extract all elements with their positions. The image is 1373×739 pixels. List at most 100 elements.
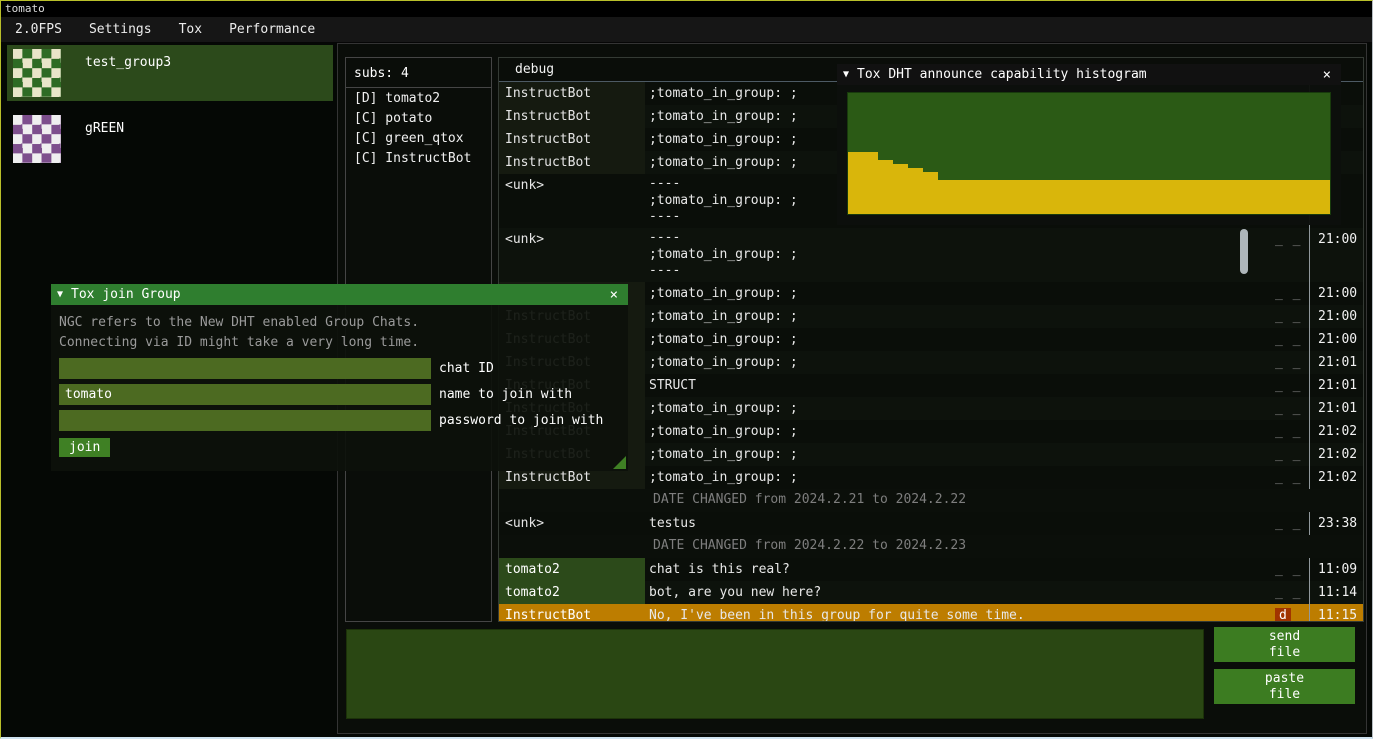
histogram-plot[interactable]: [847, 92, 1331, 215]
date-divider-text: DATE CHANGED from 2024.2.22 to 2024.2.23: [645, 535, 974, 555]
group-item-test_group3[interactable]: test_group3: [7, 45, 333, 101]
resize-grip[interactable]: [613, 456, 626, 469]
histogram-bar: [848, 152, 863, 214]
histogram-bar: [878, 160, 893, 214]
group-name: gREEN: [61, 111, 124, 136]
message-text: ;tomato_in_group: ;: [645, 328, 1275, 351]
chat-message-row[interactable]: InstructBot;tomato_in_group: ;_ _21:02: [499, 466, 1363, 489]
menu-item-2-0fps: 2.0FPS: [3, 19, 74, 40]
histogram-bar: [1029, 180, 1044, 214]
join-group-titlebar[interactable]: ▼ Tox join Group ×: [51, 284, 628, 305]
sender-name: InstructBot: [499, 604, 645, 621]
message-text: STRUCT: [645, 374, 1275, 397]
join-input-name-to-join-with[interactable]: tomato: [59, 384, 431, 405]
chat-message-row[interactable]: InstructBot;tomato_in_group: ;_ _21:01: [499, 351, 1363, 374]
sender-name: InstructBot: [499, 105, 645, 128]
chat-message-row[interactable]: InstructBot;tomato_in_group: ;_ _21:00: [499, 305, 1363, 328]
join-input-chat-ID[interactable]: [59, 358, 431, 379]
message-time: 21:02: [1309, 420, 1363, 443]
message-time: 11:15: [1309, 604, 1363, 621]
chat-message-row[interactable]: InstructBot;tomato_in_group: ;_ _21:00: [499, 282, 1363, 305]
histogram-titlebar[interactable]: ▼ Tox DHT announce capability histogram …: [837, 64, 1341, 85]
delivery-flags: d: [1275, 604, 1309, 621]
histogram-bar: [893, 164, 908, 214]
message-time: 21:00: [1309, 328, 1363, 351]
chat-message-row[interactable]: InstructBotSTRUCT_ _21:01: [499, 374, 1363, 397]
chat-message-row[interactable]: tomato2bot, are you new here?_ _11:14: [499, 581, 1363, 604]
roster-member[interactable]: [C] potato: [346, 108, 491, 128]
group-item-gREEN[interactable]: gREEN: [7, 111, 333, 167]
chat-message-row[interactable]: InstructBot;tomato_in_group: ;_ _21:02: [499, 420, 1363, 443]
histogram-bar: [1194, 180, 1209, 214]
message-text: chat is this real?: [645, 558, 1275, 581]
sender-name: InstructBot: [499, 151, 645, 174]
group-avatar: [13, 115, 61, 163]
delivery-flags: _ _: [1275, 581, 1309, 604]
app-window: tomato 2.0FPSSettingsToxPerformance test…: [0, 0, 1373, 739]
histogram-bar: [999, 180, 1014, 214]
sender-name: <unk>: [499, 174, 645, 197]
message-input[interactable]: [346, 629, 1204, 719]
message-text: ;tomato_in_group: ;: [645, 351, 1275, 374]
close-icon[interactable]: ×: [606, 287, 622, 303]
date-divider-text: DATE CHANGED from 2024.2.21 to 2024.2.22: [645, 489, 974, 509]
send-file-button[interactable]: send file: [1214, 627, 1355, 662]
join-input-password-to-join-with[interactable]: [59, 410, 431, 431]
message-text: ;tomato_in_group: ;: [645, 305, 1275, 328]
group-list: test_group3 gREEN: [3, 45, 336, 177]
delivery-flags: _ _: [1275, 397, 1309, 420]
message-text: ;tomato_in_group: ;: [645, 420, 1275, 443]
collapse-icon[interactable]: ▼: [57, 289, 63, 300]
window-title: tomato: [5, 2, 45, 15]
roster-member[interactable]: [D] tomato2: [346, 88, 491, 108]
message-text: ;tomato_in_group: ;: [645, 443, 1275, 466]
histogram-bar: [1044, 180, 1059, 214]
menu-item-tox[interactable]: Tox: [167, 19, 214, 40]
histogram-bar: [1104, 180, 1119, 214]
chat-message-row[interactable]: InstructBotNo, I've been in this group f…: [499, 604, 1363, 621]
join-input-label: password to join with: [439, 413, 603, 428]
histogram-bar: [1210, 180, 1225, 214]
histogram-bar: [863, 152, 878, 214]
chat-message-row[interactable]: InstructBot;tomato_in_group: ;_ _21:02: [499, 443, 1363, 466]
paste-file-button[interactable]: paste file: [1214, 669, 1355, 704]
message-text: ;tomato_in_group: ;: [645, 282, 1275, 305]
histogram-bar: [1270, 180, 1285, 214]
chat-scrollbar[interactable]: [1240, 229, 1248, 274]
histogram-bar: [969, 180, 984, 214]
close-icon[interactable]: ×: [1319, 67, 1335, 83]
chat-message-row[interactable]: InstructBot;tomato_in_group: ;_ _21:01: [499, 397, 1363, 420]
join-input-label: chat ID: [439, 361, 494, 376]
join-info-line: Connecting via ID might take a very long…: [59, 333, 620, 353]
histogram-window: ▼ Tox DHT announce capability histogram …: [837, 64, 1341, 226]
message-time: 11:09: [1309, 558, 1363, 581]
window-titlebar[interactable]: tomato: [1, 1, 1372, 17]
chat-message-row[interactable]: <unk>---- ;tomato_in_group: ; ----_ _21:…: [499, 228, 1363, 282]
roster-member[interactable]: [C] InstructBot: [346, 148, 491, 168]
message-time: 21:01: [1309, 374, 1363, 397]
join-fields: chat IDtomatoname to join withpassword t…: [59, 358, 620, 431]
chat-message-row[interactable]: <unk>testus_ _23:38: [499, 512, 1363, 535]
histogram-bar: [923, 172, 938, 214]
tab-debug[interactable]: debug: [499, 59, 570, 80]
chat-message-row[interactable]: InstructBot;tomato_in_group: ;_ _21:00: [499, 328, 1363, 351]
chat-message-row[interactable]: tomato2chat is this real?_ _11:09: [499, 558, 1363, 581]
collapse-icon[interactable]: ▼: [843, 69, 849, 80]
histogram-bar: [1134, 180, 1149, 214]
date-divider: DATE CHANGED from 2024.2.21 to 2024.2.22: [499, 489, 1363, 512]
histogram-bar: [984, 180, 999, 214]
delivery-flags: _ _: [1275, 512, 1309, 535]
sender-name: InstructBot: [499, 82, 645, 105]
histogram-bar: [1074, 180, 1089, 214]
message-text: No, I've been in this group for quite so…: [645, 604, 1275, 621]
message-time: 11:14: [1309, 581, 1363, 604]
histogram-bar: [1164, 180, 1179, 214]
histogram-bars: [848, 93, 1330, 214]
roster-member[interactable]: [C] green_qtox: [346, 128, 491, 148]
delivered-flag: d: [1275, 608, 1291, 621]
menu-item-performance[interactable]: Performance: [217, 19, 327, 40]
delivery-flags: _ _: [1275, 558, 1309, 581]
menu-item-settings[interactable]: Settings: [77, 19, 164, 40]
message-text: ;tomato_in_group: ;: [645, 397, 1275, 420]
join-button[interactable]: join: [59, 438, 110, 457]
